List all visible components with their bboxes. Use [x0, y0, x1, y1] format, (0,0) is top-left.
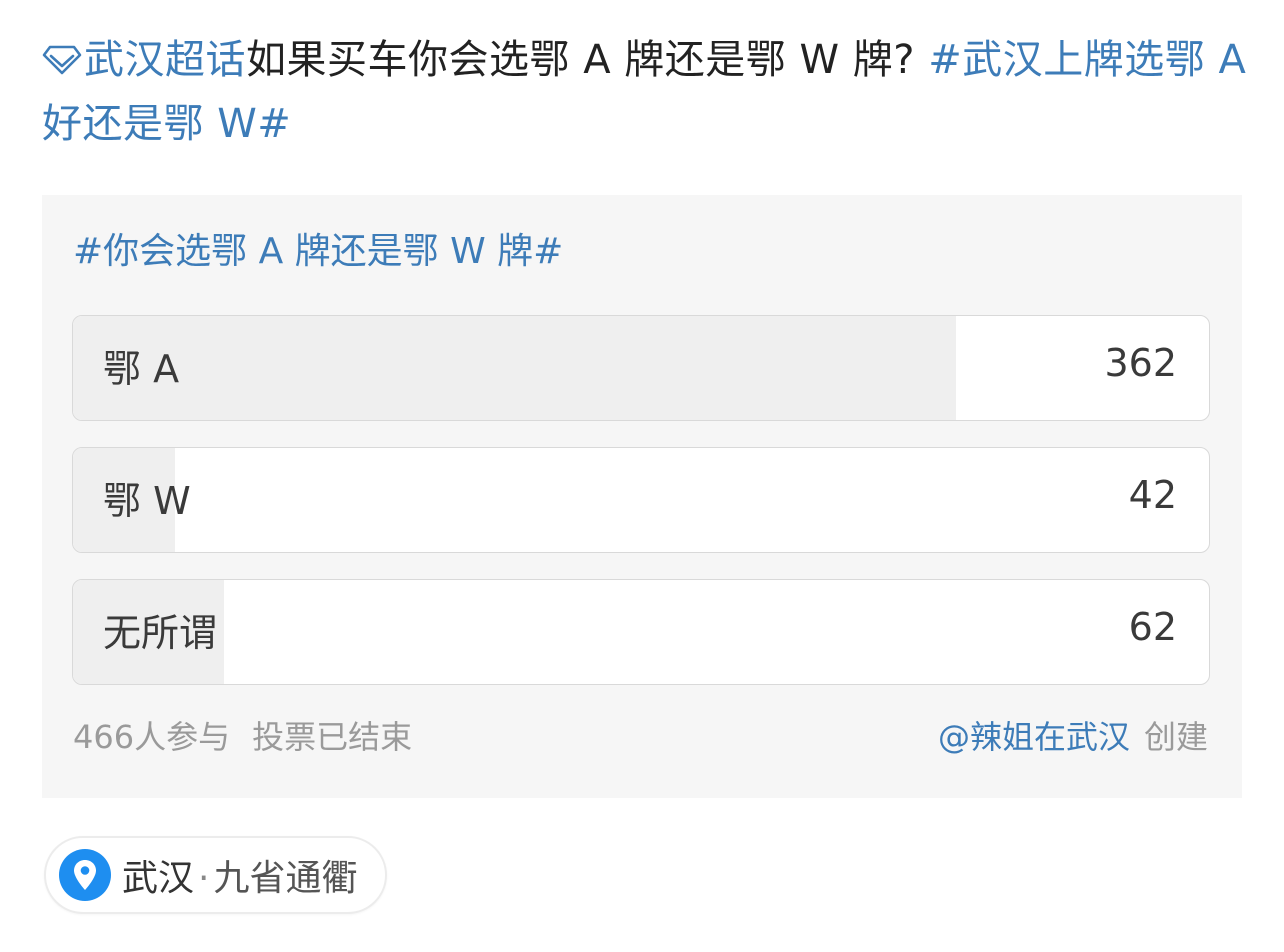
post-text: 武汉超话如果买车你会选鄂 A 牌还是鄂 W 牌? #武汉上牌选鄂 A 好还是鄂 …: [42, 28, 1247, 156]
poll-option-e-a[interactable]: 鄂 A 362: [72, 315, 1210, 421]
poll-title[interactable]: #你会选鄂 A 牌还是鄂 W 牌#: [73, 227, 563, 277]
poll-option-count: 62: [1128, 605, 1177, 649]
location-name: 九省通衢: [213, 858, 358, 899]
poll-option-count: 362: [1104, 341, 1177, 385]
location-chip[interactable]: 武汉 · 九省通衢: [44, 836, 388, 914]
poll-option-label: 无所谓: [103, 611, 218, 655]
participant-count: 466人参与: [73, 718, 231, 756]
poll-option-label: 鄂 W: [103, 479, 191, 523]
poll-card: #你会选鄂 A 牌还是鄂 W 牌# 鄂 A 362 鄂 W 42 无所谓 62 …: [42, 195, 1242, 798]
poll-creator-info: @辣姐在武汉 创建: [938, 717, 1208, 757]
poll-option-bar: [73, 316, 956, 420]
poll-option-count: 42: [1128, 473, 1177, 517]
poll-option-e-w[interactable]: 鄂 W 42: [72, 447, 1210, 553]
location-city: 武汉: [122, 858, 195, 899]
supertopic-label: 武汉超话: [84, 37, 246, 83]
location-pin-icon: [59, 849, 111, 901]
poll-footer: 466人参与 投票已结束 @辣姐在武汉 创建: [73, 717, 1208, 757]
poll-status: 投票已结束: [252, 718, 413, 756]
poll-option-no-preference[interactable]: 无所谓 62: [72, 579, 1210, 685]
diamond-icon: [42, 45, 82, 75]
poll-option-label: 鄂 A: [103, 347, 180, 391]
location-label: 武汉 · 九省通衢: [122, 849, 357, 901]
creator-link[interactable]: @辣姐在武汉: [938, 718, 1130, 756]
supertopic-link[interactable]: 武汉超话: [42, 37, 246, 83]
location-separator: ·: [198, 858, 210, 899]
post-body: 如果买车你会选鄂 A 牌还是鄂 W 牌?: [246, 37, 916, 83]
created-label: 创建: [1143, 718, 1208, 756]
